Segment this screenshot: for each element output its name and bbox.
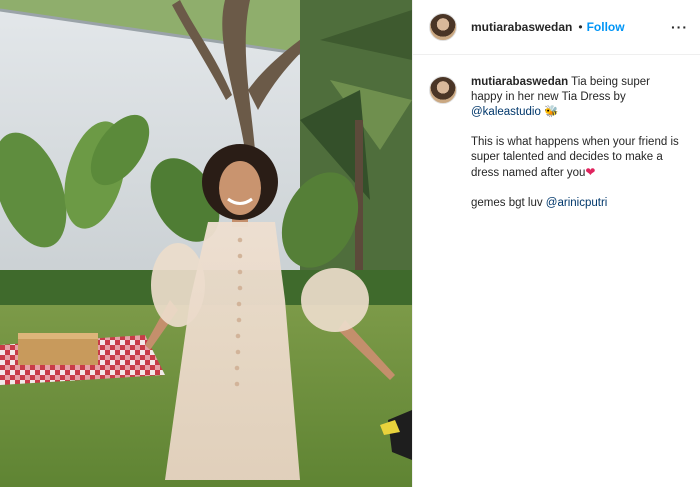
more-options-icon[interactable]: ··· bbox=[671, 19, 688, 35]
post-side-panel: mutiarabaswedan • Follow ··· mutiarabasw… bbox=[412, 0, 700, 487]
caption-paragraph-2: This is what happens when your friend is… bbox=[471, 135, 681, 181]
caption-text: mutiarabaswedan Tia being super happy in… bbox=[471, 75, 681, 211]
separator-dot: • bbox=[578, 20, 583, 34]
heart-emoji-icon: ❤ bbox=[585, 165, 596, 179]
caption-username[interactable]: mutiarabaswedan bbox=[471, 76, 568, 88]
post-header: mutiarabaswedan • Follow ··· bbox=[413, 0, 700, 55]
caption-comment: mutiarabaswedan Tia being super happy in… bbox=[413, 55, 700, 211]
caption-paragraph-3: gemes bgt luv @arinicputri bbox=[471, 196, 681, 211]
garden-dress-photo bbox=[0, 0, 412, 487]
post-photo[interactable] bbox=[0, 0, 412, 487]
profile-avatar[interactable] bbox=[429, 13, 457, 41]
mention-kaleastudio[interactable]: @kaleastudio bbox=[471, 106, 541, 118]
header-username[interactable]: mutiarabaswedan bbox=[471, 20, 572, 34]
caption-para3: gemes bgt luv bbox=[471, 197, 546, 209]
caption-paragraph-1: mutiarabaswedan Tia being super happy in… bbox=[471, 75, 681, 120]
caption-para2: This is what happens when your friend is… bbox=[471, 136, 679, 179]
mention-arinicputri[interactable]: @arinicputri bbox=[546, 197, 608, 209]
instagram-post: mutiarabaswedan • Follow ··· mutiarabasw… bbox=[0, 0, 700, 487]
caption-avatar[interactable] bbox=[429, 76, 457, 104]
bee-emoji-icon: 🐝 bbox=[544, 106, 559, 118]
follow-button[interactable]: Follow bbox=[587, 20, 625, 34]
